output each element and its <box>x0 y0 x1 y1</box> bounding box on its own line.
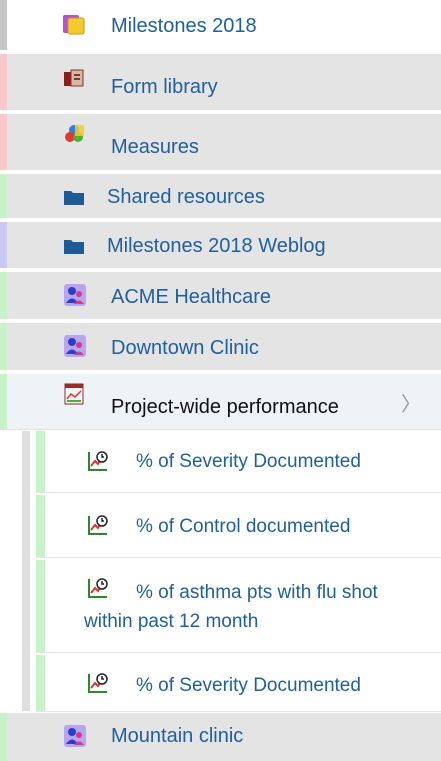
nav-item-label: Project-wide performance <box>111 396 339 418</box>
color-stripe <box>0 374 7 429</box>
nav-item-measures[interactable]: Measures <box>0 114 441 172</box>
color-stripe <box>36 560 45 652</box>
form-library-icon <box>64 69 84 87</box>
measure-chart-icon <box>88 673 108 693</box>
nav-item-label: Shared resources <box>107 186 265 208</box>
color-stripe <box>0 174 7 218</box>
nav-item-label: Milestones 2018 <box>111 15 257 37</box>
color-stripe <box>36 495 45 557</box>
nav-item-label: Milestones 2018 Weblog <box>107 235 326 257</box>
measure-chart-icon <box>88 451 108 471</box>
color-stripe <box>0 0 7 50</box>
child-item-label-line1: % of asthma pts with flu shot <box>136 582 378 603</box>
nav-item-milestones-2018[interactable]: Milestones 2018 <box>0 0 441 52</box>
chevron-right-icon[interactable]: 〉 <box>401 388 421 417</box>
child-item-label: % of Severity Documented <box>136 675 361 696</box>
child-item-control-documented[interactable]: % of Control documented <box>36 495 441 558</box>
child-item-severity-documented-2[interactable]: % of Severity Documented <box>36 655 441 712</box>
child-item-label: % of Control documented <box>136 516 351 537</box>
child-item-severity-documented[interactable]: % of Severity Documented <box>36 431 441 493</box>
milestones-icon <box>63 15 85 35</box>
measures-icon <box>65 125 84 142</box>
nav-item-milestones-2018-weblog[interactable]: Milestones 2018 Weblog <box>0 222 441 270</box>
nav-item-label: ACME Healthcare <box>111 286 272 308</box>
nav-item-label: Mountain clinic <box>111 725 244 747</box>
color-stripe <box>0 222 7 268</box>
team-icon <box>64 335 86 357</box>
nav-item-shared-resources[interactable]: Shared resources <box>0 174 441 220</box>
measure-chart-icon <box>88 515 108 535</box>
color-stripe <box>0 323 7 370</box>
color-stripe <box>0 272 7 319</box>
color-stripe <box>0 114 7 170</box>
child-item-label: % of Severity Documented <box>136 451 361 472</box>
folder-icon <box>64 240 84 254</box>
folder-icon <box>64 191 84 205</box>
color-stripe <box>0 713 7 761</box>
team-icon <box>64 284 86 306</box>
chart-icon <box>64 383 84 405</box>
nav-item-project-wide-performance[interactable]: Project-wide performance 〉 <box>0 374 441 430</box>
nav-item-label: Form library <box>111 76 218 98</box>
nav-item-label: Measures <box>111 136 199 158</box>
nav-item-acme-healthcare[interactable]: ACME Healthcare <box>0 272 441 321</box>
tree-guide-line <box>22 431 30 711</box>
child-item-label-line2: within past 12 month <box>84 611 259 632</box>
color-stripe <box>36 655 45 711</box>
nav-item-label: Downtown Clinic <box>111 337 259 359</box>
nav-item-downtown-clinic[interactable]: Downtown Clinic <box>0 323 441 372</box>
child-item-asthma-flu-shot[interactable]: % of asthma pts with flu shot within pas… <box>36 560 441 653</box>
color-stripe <box>36 431 45 492</box>
color-stripe <box>0 54 7 110</box>
nav-item-mountain-clinic[interactable]: Mountain clinic <box>0 713 441 761</box>
measure-chart-icon <box>88 578 108 598</box>
nav-item-form-library[interactable]: Form library <box>0 54 441 112</box>
team-icon <box>64 725 86 747</box>
